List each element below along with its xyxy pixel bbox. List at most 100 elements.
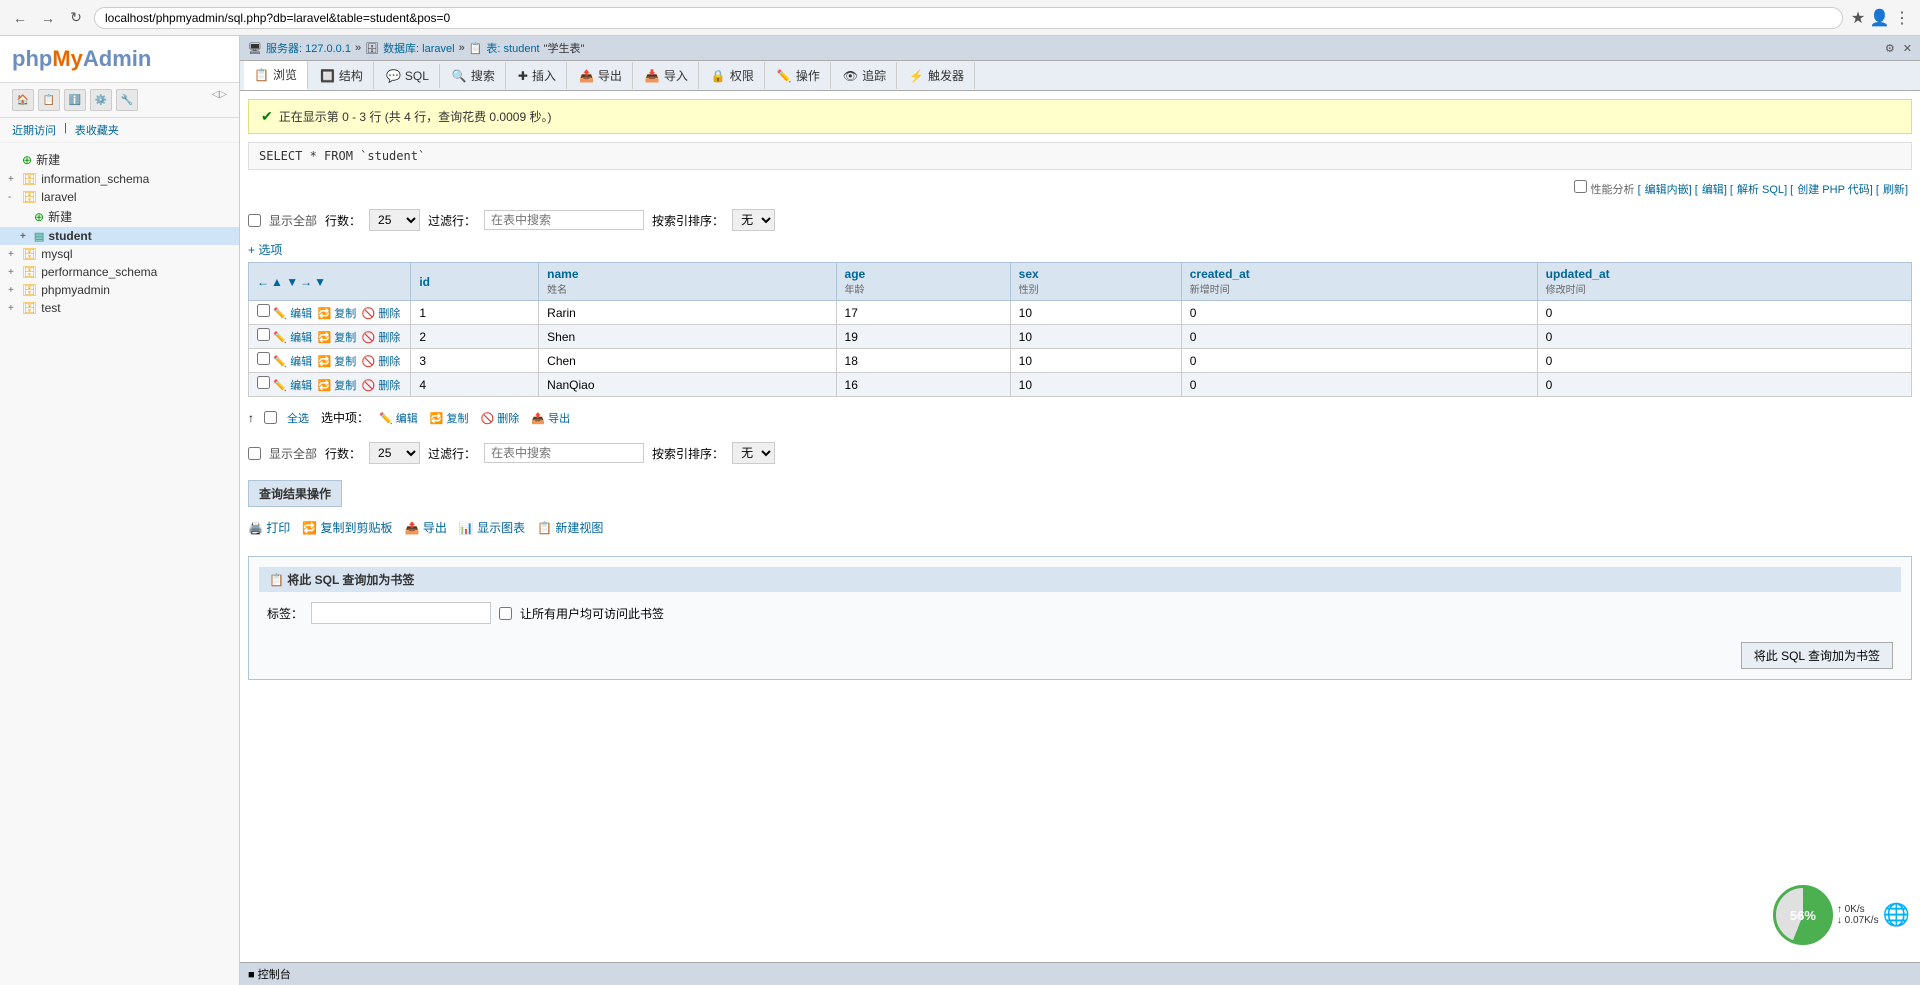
result-new-view[interactable]: 📋 新建视图	[537, 519, 603, 536]
back-button[interactable]: ←	[10, 8, 30, 28]
sidebar-item-performance-schema[interactable]: + 🗄 performance_schema	[0, 263, 239, 281]
row-count-select-top[interactable]: 25 50 100	[369, 209, 420, 231]
row-copy-btn[interactable]: 🔁 复制	[317, 332, 356, 344]
perf-link-inline-edit[interactable]: 编辑内嵌	[1645, 184, 1689, 196]
row-delete-btn[interactable]: 🚫 删除	[362, 356, 401, 368]
url-bar[interactable]	[94, 7, 1843, 29]
tab-insert[interactable]: ✚ 插入	[508, 62, 567, 89]
row-copy-btn[interactable]: 🔁 复制	[317, 356, 356, 368]
tab-structure[interactable]: 🔲 结构	[310, 62, 374, 89]
row-count-select-bottom[interactable]: 25 50 100	[369, 442, 420, 464]
sidebar-item-phpmyadmin[interactable]: + 🗄 phpmyadmin	[0, 281, 239, 299]
result-export[interactable]: 📤 导出	[405, 519, 447, 536]
filter-input-top[interactable]	[484, 210, 644, 230]
col-id-link[interactable]: id	[419, 275, 430, 289]
table-icon-btn[interactable]: 📋	[38, 89, 60, 111]
recent-link[interactable]: 近期访问	[12, 122, 56, 138]
back-arrow-icon[interactable]: ↑	[248, 411, 254, 425]
row-edit-btn[interactable]: ✏️ 编辑	[273, 380, 312, 392]
row-edit-btn[interactable]: ✏️ 编辑	[273, 308, 312, 320]
tab-browse[interactable]: 📋 浏览	[244, 61, 308, 90]
forward-button[interactable]: →	[38, 8, 58, 28]
bookmarks-link[interactable]: 表收藏夹	[75, 122, 119, 138]
sort-back-icon[interactable]: ←	[257, 275, 269, 289]
sidebar-item-test[interactable]: + 🗄 test	[0, 299, 239, 317]
info-icon-btn[interactable]: ℹ️	[64, 89, 86, 111]
bookmark-submit-btn[interactable]: 将此 SQL 查询加为书签	[1741, 642, 1893, 669]
filter-input-bottom[interactable]	[484, 443, 644, 463]
row-checkbox[interactable]	[257, 328, 270, 341]
row-edit-btn[interactable]: ✏️ 编辑	[273, 356, 312, 368]
col-name-link[interactable]: name	[547, 267, 578, 281]
bottom-copy-btn[interactable]: 🔁 复制	[430, 410, 469, 426]
sidebar-item-mysql[interactable]: + 🗄 mysql	[0, 245, 239, 263]
row-copy-btn[interactable]: 🔁 复制	[317, 380, 356, 392]
sidebar-item-student[interactable]: + ▤ student	[0, 227, 239, 245]
row-actions: ✏️ 编辑 🔁 复制 🚫 删除	[249, 373, 411, 397]
perf-link-refresh[interactable]: 刷新	[1883, 184, 1905, 196]
tab-operations[interactable]: ✏️ 操作	[767, 62, 831, 89]
cell-age: 19	[836, 325, 1010, 349]
sort-down-icon[interactable]: ▼	[286, 275, 298, 289]
sort-select-bottom[interactable]: 无	[732, 442, 775, 464]
result-copy-clipboard[interactable]: 🔁 复制到剪贴板	[302, 519, 392, 536]
row-delete-btn[interactable]: 🚫 删除	[362, 308, 401, 320]
perf-checkbox[interactable]	[1574, 180, 1587, 193]
options-link[interactable]: + 选项	[248, 241, 1912, 258]
home-icon-btn[interactable]: 🏠	[12, 89, 34, 111]
control-panel-bar[interactable]: ■ 控制台	[240, 962, 1920, 985]
perf-link-edit[interactable]: 编辑	[1702, 184, 1724, 196]
perf-link-php[interactable]: 创建 PHP 代码	[1797, 184, 1870, 196]
tab-triggers[interactable]: ⚡ 触发器	[899, 62, 975, 89]
sidebar-item-information-schema[interactable]: + 🗄 information_schema	[0, 170, 239, 188]
row-checkbox[interactable]	[257, 304, 270, 317]
widget-net-ok: 0K/s	[1845, 904, 1865, 915]
sort-forward-icon[interactable]: →	[300, 275, 312, 289]
sort-select-top[interactable]: 无	[732, 209, 775, 231]
col-header-dropdown[interactable]: ▼	[314, 275, 326, 289]
row-checkbox[interactable]	[257, 352, 270, 365]
show-all-checkbox-top[interactable]	[248, 214, 261, 227]
sidebar-item-laravel[interactable]: - 🗄 laravel	[0, 188, 239, 206]
sidebar-toggle[interactable]: ◁▷	[212, 89, 227, 111]
bottom-export-btn[interactable]: 📤 导出	[531, 410, 570, 426]
perf-link-parse[interactable]: 解析 SQL	[1737, 184, 1784, 196]
cell-updated-at: 0	[1537, 325, 1911, 349]
breadcrumb-table[interactable]: 表: student	[486, 40, 539, 56]
sort-up-icon[interactable]: ▲	[271, 275, 283, 289]
sidebar-item-new-laravel[interactable]: ⊕ 新建	[0, 206, 239, 227]
row-delete-btn[interactable]: 🚫 删除	[362, 380, 401, 392]
tab-privileges[interactable]: 🔒 权限	[701, 62, 765, 89]
tab-sql[interactable]: 💬 SQL	[376, 64, 440, 88]
col-sex-link[interactable]: sex	[1019, 267, 1039, 281]
row-checkbox[interactable]	[257, 376, 270, 389]
row-copy-btn[interactable]: 🔁 复制	[317, 308, 356, 320]
bookmark-public-checkbox[interactable]	[499, 607, 512, 620]
tools-icon-btn[interactable]: 🔧	[116, 89, 138, 111]
close-icon[interactable]: ✕	[1903, 42, 1912, 55]
row-delete-btn[interactable]: 🚫 删除	[362, 332, 401, 344]
sidebar-item-new-root[interactable]: ⊕ 新建	[0, 149, 239, 170]
col-created-at-link[interactable]: created_at	[1190, 267, 1250, 281]
tab-tracking[interactable]: 👁 追踪	[833, 62, 897, 89]
col-updated-at-link[interactable]: updated_at	[1546, 267, 1610, 281]
bottom-edit-btn[interactable]: ✏️ 编辑	[379, 410, 418, 426]
breadcrumb-db[interactable]: 数据库: laravel	[383, 40, 455, 56]
select-all-checkbox[interactable]	[264, 411, 277, 424]
refresh-button[interactable]: ↻	[66, 8, 86, 28]
result-print[interactable]: 🖨️ 打印	[248, 519, 290, 536]
bookmark-label-input[interactable]	[311, 602, 491, 624]
col-age-link[interactable]: age	[845, 267, 866, 281]
select-all-btn[interactable]: 全选	[287, 410, 309, 426]
bottom-delete-btn[interactable]: 🚫 删除	[481, 410, 520, 426]
expand-icon: +	[8, 285, 18, 296]
settings-icon-btn[interactable]: ⚙️	[90, 89, 112, 111]
settings-icon[interactable]: ⚙	[1885, 42, 1895, 55]
result-show-chart[interactable]: 📊 显示图表	[459, 519, 525, 536]
tab-import[interactable]: 📥 导入	[635, 62, 699, 89]
row-edit-btn[interactable]: ✏️ 编辑	[273, 332, 312, 344]
tab-export[interactable]: 📤 导出	[569, 62, 633, 89]
show-all-checkbox-bottom[interactable]	[248, 447, 261, 460]
tab-search[interactable]: 🔍 搜索	[442, 62, 506, 89]
breadcrumb-server[interactable]: 服务器: 127.0.0.1	[266, 40, 351, 56]
